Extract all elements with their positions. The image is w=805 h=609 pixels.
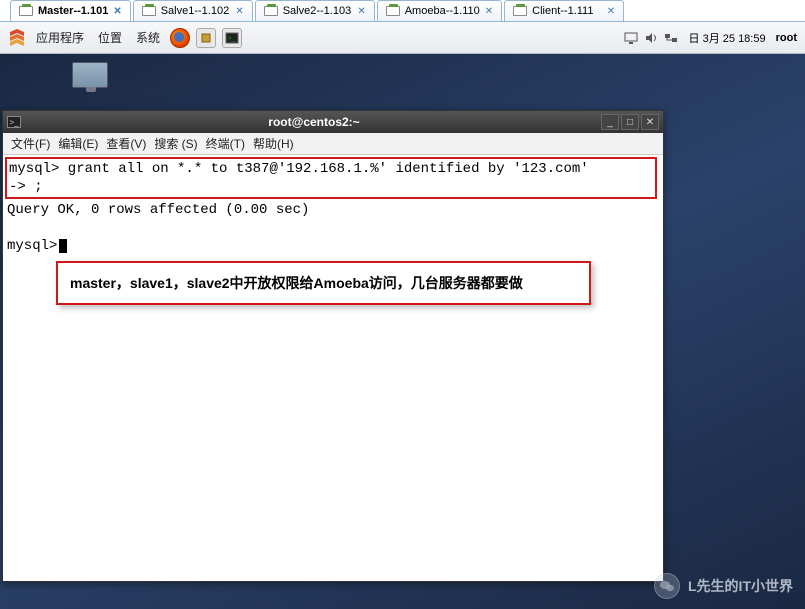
tab-label: Salve2--1.103 [283, 5, 352, 17]
tab-label: Master--1.101 [38, 5, 108, 17]
tab-amoeba[interactable]: Amoeba--1.110 ✕ [377, 0, 502, 21]
applications-menu[interactable]: 应用程序 [32, 29, 88, 46]
close-button[interactable]: ✕ [641, 114, 659, 130]
wechat-icon [654, 573, 680, 599]
prompt: mysql> [7, 237, 57, 255]
user-label[interactable]: root [776, 32, 797, 44]
tab-label: Salve1--1.102 [161, 5, 230, 17]
menu-search[interactable]: 搜索 (S) [152, 135, 199, 152]
minimize-button[interactable]: _ [601, 114, 619, 130]
cmd-line-2: -> ; [9, 178, 653, 196]
terminal-body[interactable]: mysql> grant all on *.* to t387@'192.168… [3, 155, 663, 581]
display-icon[interactable] [623, 30, 639, 46]
annotation-callout: master，slave1，slave2中开放权限给Amoeba访问，几台服务器… [56, 261, 591, 305]
menu-terminal[interactable]: 终端(T) [204, 135, 247, 152]
window-title: root@centos2:~ [27, 115, 601, 129]
tab-bar: Master--1.101 ✕ Salve1--1.102 ✕ Salve2--… [0, 0, 805, 22]
firefox-icon[interactable] [170, 28, 190, 48]
session-icon [142, 6, 156, 16]
tab-salve2[interactable]: Salve2--1.103 ✕ [255, 0, 375, 21]
watermark: L先生的IT小世界 [654, 573, 793, 599]
network-icon[interactable] [663, 30, 679, 46]
tab-label: Amoeba--1.110 [405, 5, 480, 17]
terminal-launcher-icon[interactable]: >_ [222, 28, 242, 48]
close-icon[interactable]: ✕ [607, 6, 615, 17]
tab-master[interactable]: Master--1.101 ✕ [10, 0, 131, 21]
update-icon[interactable] [196, 28, 216, 48]
session-icon [513, 6, 527, 16]
tab-client[interactable]: Client--1.111 ✕ [504, 0, 624, 21]
tab-salve1[interactable]: Salve1--1.102 ✕ [133, 0, 253, 21]
gnome-panel: 应用程序 位置 系统 >_ 日 3月 25 18:59 root [0, 22, 805, 54]
clock[interactable]: 日 3月 25 18:59 [689, 30, 766, 46]
close-icon[interactable]: ✕ [113, 6, 121, 17]
menu-help[interactable]: 帮助(H) [251, 135, 296, 152]
highlighted-command: mysql> grant all on *.* to t387@'192.168… [5, 157, 657, 199]
query-result: Query OK, 0 rows affected (0.00 sec) [3, 199, 663, 221]
computer-desktop-icon[interactable] [72, 62, 112, 92]
cmd-line-1: mysql> grant all on *.* to t387@'192.168… [9, 160, 653, 178]
places-menu[interactable]: 位置 [94, 29, 126, 46]
session-icon [19, 6, 33, 16]
watermark-text: L先生的IT小世界 [688, 576, 793, 596]
menu-view[interactable]: 查看(V) [104, 135, 148, 152]
close-icon[interactable]: ✕ [235, 6, 243, 17]
system-tray: 日 3月 25 18:59 root [623, 30, 797, 46]
system-menu[interactable]: 系统 [132, 29, 164, 46]
menu-edit[interactable]: 编辑(E) [56, 135, 100, 152]
cursor [59, 239, 67, 253]
session-icon [264, 6, 278, 16]
terminal-titlebar[interactable]: >_ root@centos2:~ _ □ ✕ [3, 111, 663, 133]
prompt-line: mysql> [3, 235, 663, 257]
terminal-menubar: 文件(F) 编辑(E) 查看(V) 搜索 (S) 终端(T) 帮助(H) [3, 133, 663, 155]
tab-label: Client--1.111 [532, 5, 593, 17]
svg-text:>_: >_ [228, 36, 236, 42]
menu-file[interactable]: 文件(F) [9, 135, 52, 152]
maximize-button[interactable]: □ [621, 114, 639, 130]
session-icon [386, 6, 400, 16]
close-icon[interactable]: ✕ [485, 6, 493, 17]
apps-menu-icon[interactable] [8, 29, 26, 47]
terminal-icon: >_ [7, 116, 21, 128]
sound-icon[interactable] [643, 30, 659, 46]
terminal-window: >_ root@centos2:~ _ □ ✕ 文件(F) 编辑(E) 查看(V… [2, 110, 664, 582]
desktop: >_ root@centos2:~ _ □ ✕ 文件(F) 编辑(E) 查看(V… [0, 54, 805, 609]
close-icon[interactable]: ✕ [357, 6, 365, 17]
